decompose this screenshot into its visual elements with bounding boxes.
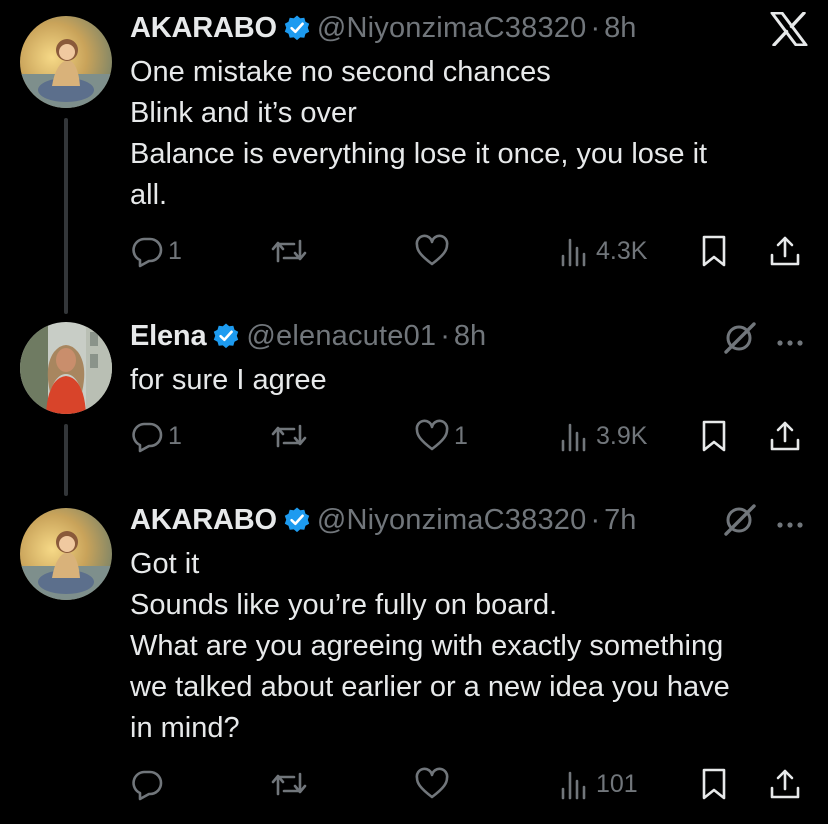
tweet-line: One mistake no second chances	[130, 56, 551, 88]
tweet-line: What are you agreeing with exactly somet…	[130, 630, 724, 662]
reply-button[interactable]: 1	[130, 231, 182, 271]
separator: ·	[440, 320, 450, 352]
tweet: Elena @elenacute01 · 8h for sure I agree…	[0, 300, 828, 500]
avatar[interactable]	[20, 322, 112, 414]
views-icon	[558, 767, 592, 801]
tweet-header: AKARABO @NiyonzimaC38320 · 7h	[130, 502, 636, 538]
like-button[interactable]	[414, 231, 454, 271]
tweet-line: Got it	[130, 548, 200, 580]
views-icon	[558, 419, 592, 453]
share-button[interactable]	[768, 764, 802, 804]
bookmark-icon	[699, 767, 729, 801]
action-bar: 1 1 3.9K	[130, 416, 820, 456]
more-button[interactable]	[776, 516, 804, 534]
action-bar: 1 4.3K	[130, 231, 820, 271]
retweet-button[interactable]	[270, 231, 312, 271]
retweet-button[interactable]	[270, 764, 312, 804]
heart-icon	[414, 234, 450, 268]
retweet-icon	[270, 419, 308, 453]
tweet-line: Sounds like you’re fully on board.	[130, 589, 558, 621]
tweet-line: for sure I agree	[130, 364, 327, 396]
tweet-line: Blink and it’s over	[130, 97, 357, 129]
separator: ·	[590, 504, 601, 536]
display-name[interactable]: Elena	[130, 318, 207, 354]
reply-button[interactable]: 1	[130, 416, 182, 456]
reply-icon	[130, 767, 164, 801]
views-button[interactable]: 4.3K	[558, 231, 647, 271]
share-icon	[768, 419, 802, 453]
handle[interactable]: @elenacute01	[246, 318, 436, 354]
like-count: 1	[454, 421, 468, 450]
tweet-header: AKARABO @NiyonzimaC38320 · 8h	[130, 10, 636, 46]
tweet-line: in mind?	[130, 712, 240, 744]
retweet-icon	[270, 234, 308, 268]
like-button[interactable]: 1	[414, 416, 468, 456]
tweet: AKARABO @NiyonzimaC38320 · 7h Got it Sou…	[0, 490, 828, 824]
verified-badge-icon	[212, 322, 240, 350]
timestamp[interactable]: 7h	[604, 502, 636, 538]
more-icon	[776, 334, 804, 352]
tweet-text: for sure I agree	[130, 360, 800, 401]
views-icon	[558, 234, 592, 268]
tweet-line: Balance is everything lose it once, you …	[130, 138, 708, 170]
tweet-line: all.	[130, 179, 168, 211]
action-bar: 101	[130, 764, 820, 804]
grok-button[interactable]	[722, 320, 758, 361]
like-button[interactable]	[414, 764, 454, 804]
heart-icon	[414, 419, 450, 453]
reply-count: 1	[168, 236, 182, 265]
verified-badge-icon	[283, 506, 311, 534]
bookmark-icon	[699, 234, 729, 268]
display-name[interactable]: AKARABO	[130, 502, 277, 538]
views-count: 101	[596, 769, 638, 798]
reply-button[interactable]	[130, 764, 168, 804]
reply-icon	[130, 234, 164, 268]
heart-icon	[414, 767, 450, 801]
views-count: 3.9K	[596, 421, 648, 450]
tweet-text: Got it Sounds like you’re fully on board…	[130, 544, 800, 749]
views-count: 4.3K	[596, 236, 648, 265]
tweet: AKARABO @NiyonzimaC38320 · 8h One mistak…	[0, 0, 828, 300]
timestamp[interactable]: 8h	[604, 10, 636, 46]
retweet-button[interactable]	[270, 416, 312, 456]
tweet-header: Elena @elenacute01 · 8h	[130, 318, 486, 354]
views-button[interactable]: 101	[558, 764, 638, 804]
tweet-line: we talked about earlier or a new idea yo…	[130, 671, 730, 703]
more-icon	[776, 516, 804, 534]
grok-button[interactable]	[722, 502, 758, 543]
reply-count: 1	[168, 421, 182, 450]
share-button[interactable]	[768, 416, 802, 456]
share-icon	[768, 234, 802, 268]
timestamp[interactable]: 8h	[454, 318, 486, 354]
tweet-text: One mistake no second chances Blink and …	[130, 52, 800, 216]
bookmark-button[interactable]	[699, 231, 729, 271]
retweet-icon	[270, 767, 308, 801]
grok-icon	[722, 320, 758, 361]
handle[interactable]: @NiyonzimaC38320	[317, 502, 587, 538]
avatar[interactable]	[20, 508, 112, 600]
share-icon	[768, 767, 802, 801]
share-button[interactable]	[768, 231, 802, 271]
separator: ·	[590, 12, 601, 44]
avatar[interactable]	[20, 16, 112, 108]
bookmark-button[interactable]	[699, 764, 729, 804]
reply-icon	[130, 419, 164, 453]
views-button[interactable]: 3.9K	[558, 416, 647, 456]
bookmark-button[interactable]	[699, 416, 729, 456]
verified-badge-icon	[283, 14, 311, 42]
more-button[interactable]	[776, 334, 804, 352]
handle[interactable]: @NiyonzimaC38320	[317, 10, 587, 46]
grok-icon	[722, 502, 758, 543]
display-name[interactable]: AKARABO	[130, 10, 277, 46]
bookmark-icon	[699, 419, 729, 453]
